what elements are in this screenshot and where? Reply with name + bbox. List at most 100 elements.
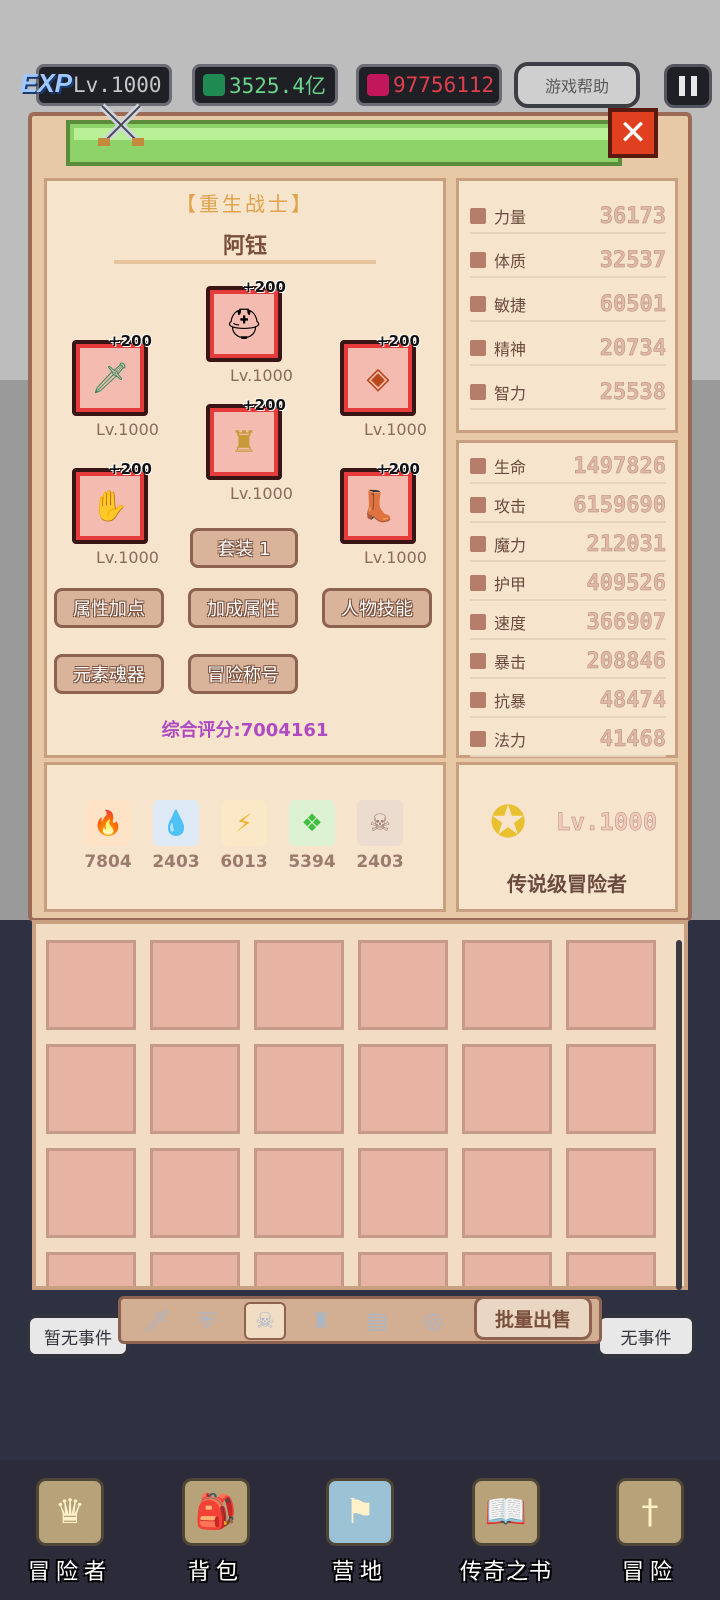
soul-button[interactable]: 元素魂器 <box>54 654 164 694</box>
helmet-icon: ♛ <box>36 1478 104 1546</box>
inventory-slot[interactable] <box>46 1044 136 1134</box>
stat-row: 法力 41468 <box>470 723 666 757</box>
weapon-level: Lv.1000 <box>96 420 159 439</box>
ring-icon: ◎ <box>423 1308 443 1334</box>
amulet-icon: ◈ <box>348 348 408 408</box>
inventory-slot[interactable] <box>358 1044 448 1134</box>
accessory-level: Lv.1000 <box>364 420 427 439</box>
overall-score: 综合评分:7004161 <box>161 720 329 741</box>
game-help-button[interactable]: 游戏帮助 <box>514 62 640 108</box>
inventory-slot[interactable] <box>254 1148 344 1238</box>
stat-row: 力量 36173 <box>470 200 666 234</box>
green-gem-display[interactable]: 3525.4亿 <box>192 64 338 106</box>
boot-icon <box>470 296 486 312</box>
star-icon <box>470 340 486 356</box>
inventory-slot[interactable] <box>462 1044 552 1134</box>
wand-icon <box>470 536 486 552</box>
equip-slot-boots[interactable]: 👢 +200 <box>340 460 420 544</box>
inventory-slot[interactable] <box>150 940 240 1030</box>
titles-button[interactable]: 冒险称号 <box>188 654 298 694</box>
inventory-slot[interactable] <box>566 940 656 1030</box>
inventory-slot[interactable] <box>46 1252 136 1286</box>
inventory-slot[interactable] <box>254 940 344 1030</box>
inventory-scrollbar[interactable] <box>676 940 682 1290</box>
stat-row: 暴击 208846 <box>470 645 666 679</box>
green-gem-icon <box>203 74 225 96</box>
attr-points-button[interactable]: 属性加点 <box>54 588 164 628</box>
inventory-slot[interactable] <box>254 1044 344 1134</box>
pause-button[interactable] <box>664 64 712 108</box>
stat-row: 护甲 409526 <box>470 567 666 601</box>
close-button[interactable]: ✕ <box>608 108 658 158</box>
stat-row: 敏捷 60501 <box>470 288 666 322</box>
inventory-slot[interactable] <box>462 940 552 1030</box>
leaf-icon: ❖ <box>289 800 335 846</box>
crossed-swords-icon <box>96 100 146 150</box>
resource-fire[interactable]: 🔥 7804 <box>82 800 134 872</box>
green-gem-count: 3525.4亿 <box>229 74 326 98</box>
tab-helmets[interactable]: ☠ <box>244 1302 286 1340</box>
set-button[interactable]: 套装 1 <box>190 528 298 568</box>
rank-title: 传说级冒险者 <box>507 872 627 896</box>
inventory-slot[interactable] <box>358 940 448 1030</box>
inventory-slot[interactable] <box>462 1252 552 1286</box>
shield-icon: ⛨ <box>198 1308 216 1334</box>
stat-row: 速度 366907 <box>470 606 666 640</box>
skills-button[interactable]: 人物技能 <box>322 588 432 628</box>
inventory-slot[interactable] <box>566 1252 656 1286</box>
inventory-slot[interactable] <box>46 1148 136 1238</box>
bonus-attr-button[interactable]: 加成属性 <box>188 588 298 628</box>
inventory-slot[interactable] <box>254 1252 344 1286</box>
inventory-slot[interactable] <box>566 1044 656 1134</box>
inventory-slot[interactable] <box>150 1044 240 1134</box>
inventory-slot[interactable] <box>150 1148 240 1238</box>
tab-rings[interactable]: ◎ <box>412 1302 454 1340</box>
tab-armor[interactable]: ⛨ <box>186 1302 228 1340</box>
stat-row: 攻击 6159690 <box>470 489 666 523</box>
pause-icon <box>679 76 685 96</box>
stat-row: 魔力 212031 <box>470 528 666 562</box>
equip-slot-helmet[interactable]: ⛑ +200 <box>206 278 286 362</box>
nav-camp[interactable]: ⚑ 营地 <box>300 1478 420 1598</box>
heart-icon <box>470 458 486 474</box>
equip-slot-gloves[interactable]: ✋ +200 <box>72 460 152 544</box>
brain-icon <box>470 384 486 400</box>
inventory-slot[interactable] <box>566 1148 656 1238</box>
crit-resist-icon <box>470 692 486 708</box>
resource-water[interactable]: 💧 2403 <box>150 800 202 872</box>
event-indicator-right: 无事件 <box>596 1314 696 1358</box>
bulk-sell-button[interactable]: 批量出售 <box>474 1296 592 1340</box>
panel-title-bar <box>66 120 622 166</box>
fire-icon: 🔥 <box>85 800 131 846</box>
event-indicator-left: 暂无事件 <box>26 1314 130 1358</box>
armor-level: Lv.1000 <box>230 484 293 503</box>
inventory-slot[interactable] <box>462 1148 552 1238</box>
resource-lightning[interactable]: ⚡ 6013 <box>218 800 270 872</box>
tab-body[interactable]: ♜ <box>300 1302 342 1340</box>
tab-chest[interactable]: ▤ <box>356 1302 398 1340</box>
nav-adventure[interactable]: † 冒险 <box>590 1478 710 1598</box>
book-icon: 📖 <box>472 1478 540 1546</box>
inventory-slot[interactable] <box>150 1252 240 1286</box>
resource-nature[interactable]: ❖ 5394 <box>286 800 338 872</box>
inventory-slot[interactable] <box>358 1252 448 1286</box>
inventory-slot[interactable] <box>358 1148 448 1238</box>
equip-slot-armor[interactable]: ♜ +200 <box>206 396 286 480</box>
stat-row: 抗暴 48474 <box>470 684 666 718</box>
inventory-slot[interactable] <box>46 940 136 1030</box>
resource-dark[interactable]: ☠ 2403 <box>354 800 406 872</box>
tab-weapons[interactable]: 🗡 <box>136 1302 178 1340</box>
equip-slot-accessory[interactable]: ◈ +200 <box>340 332 420 416</box>
rank-medal-icon: ✪ <box>489 796 527 848</box>
nav-bag[interactable]: 🎒 背包 <box>156 1478 276 1598</box>
stat-row: 体质 32537 <box>470 244 666 278</box>
helmet-level: Lv.1000 <box>230 366 293 385</box>
gloves-level: Lv.1000 <box>96 548 159 567</box>
equip-slot-weapon[interactable]: 🗡 +200 <box>72 332 152 416</box>
divider <box>114 260 376 264</box>
nav-adventurer[interactable]: ♛ 冒险者 <box>10 1478 130 1598</box>
nav-legend-book[interactable]: 📖 传奇之书 <box>446 1478 566 1598</box>
red-gem-display[interactable]: 97756112 <box>356 64 502 106</box>
stat-row: 生命 1497826 <box>470 450 666 484</box>
armor-icon: ♜ <box>311 1308 331 1334</box>
